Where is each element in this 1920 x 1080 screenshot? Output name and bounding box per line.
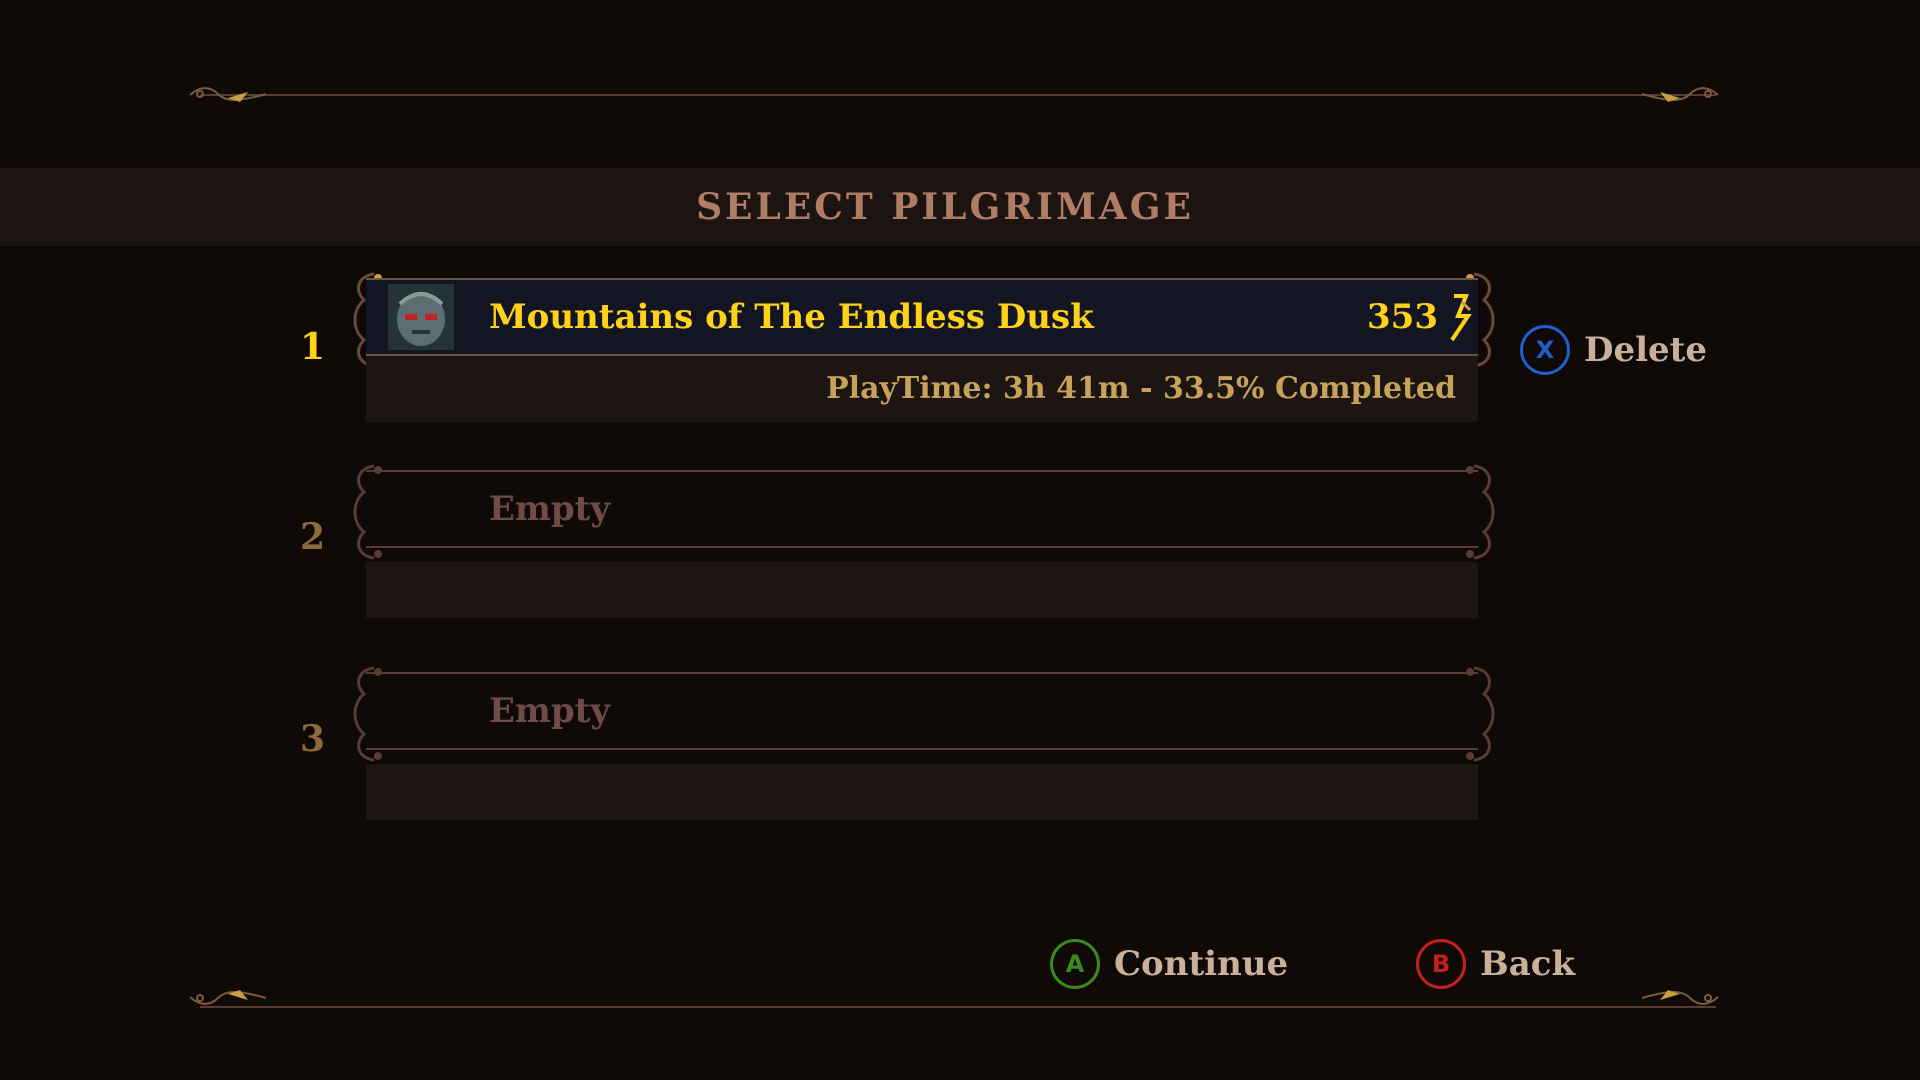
slot-number: 2: [300, 516, 326, 558]
back-button[interactable]: B Back: [1416, 936, 1575, 992]
penitent-mask-icon: [388, 284, 454, 350]
x-button-icon: X: [1520, 325, 1570, 375]
save-slot-1[interactable]: Mountains of The Endless Dusk 353 PlayTi…: [344, 270, 1504, 430]
save-select-screen: SELECT PILGRIMAGE 1 Mountains of The End…: [0, 0, 1920, 1080]
slot-details: [366, 764, 1478, 820]
save-slot-3[interactable]: Empty: [344, 664, 1504, 824]
flourish-icon: [1641, 87, 1719, 102]
bottom-divider: [200, 1006, 1716, 1008]
tears-of-atonement-icon: [1450, 294, 1472, 342]
save-slot-2[interactable]: Empty: [344, 462, 1504, 622]
flourish-icon: [189, 87, 267, 102]
continue-button[interactable]: A Continue: [1050, 936, 1288, 992]
continue-label: Continue: [1114, 944, 1289, 984]
slot-number: 1: [300, 326, 326, 368]
slot-name: Empty: [489, 691, 611, 731]
back-label: Back: [1480, 944, 1576, 984]
flourish-icon: [1641, 990, 1719, 1005]
slot-number: 3: [300, 718, 326, 760]
slot-name: Empty: [489, 489, 611, 529]
tears-counter: 353: [1367, 297, 1438, 337]
slot-details: [366, 562, 1478, 618]
delete-button[interactable]: X Delete: [1520, 322, 1707, 378]
page-title: SELECT PILGRIMAGE: [696, 186, 1194, 228]
a-button-icon: A: [1050, 939, 1100, 989]
playtime-progress: PlayTime: 3h 41m - 33.5% Completed: [826, 371, 1456, 406]
flourish-icon: [189, 990, 267, 1005]
b-button-icon: B: [1416, 939, 1466, 989]
slot-name: Mountains of The Endless Dusk: [489, 297, 1094, 337]
delete-label: Delete: [1584, 330, 1708, 370]
top-divider: [200, 94, 1716, 96]
